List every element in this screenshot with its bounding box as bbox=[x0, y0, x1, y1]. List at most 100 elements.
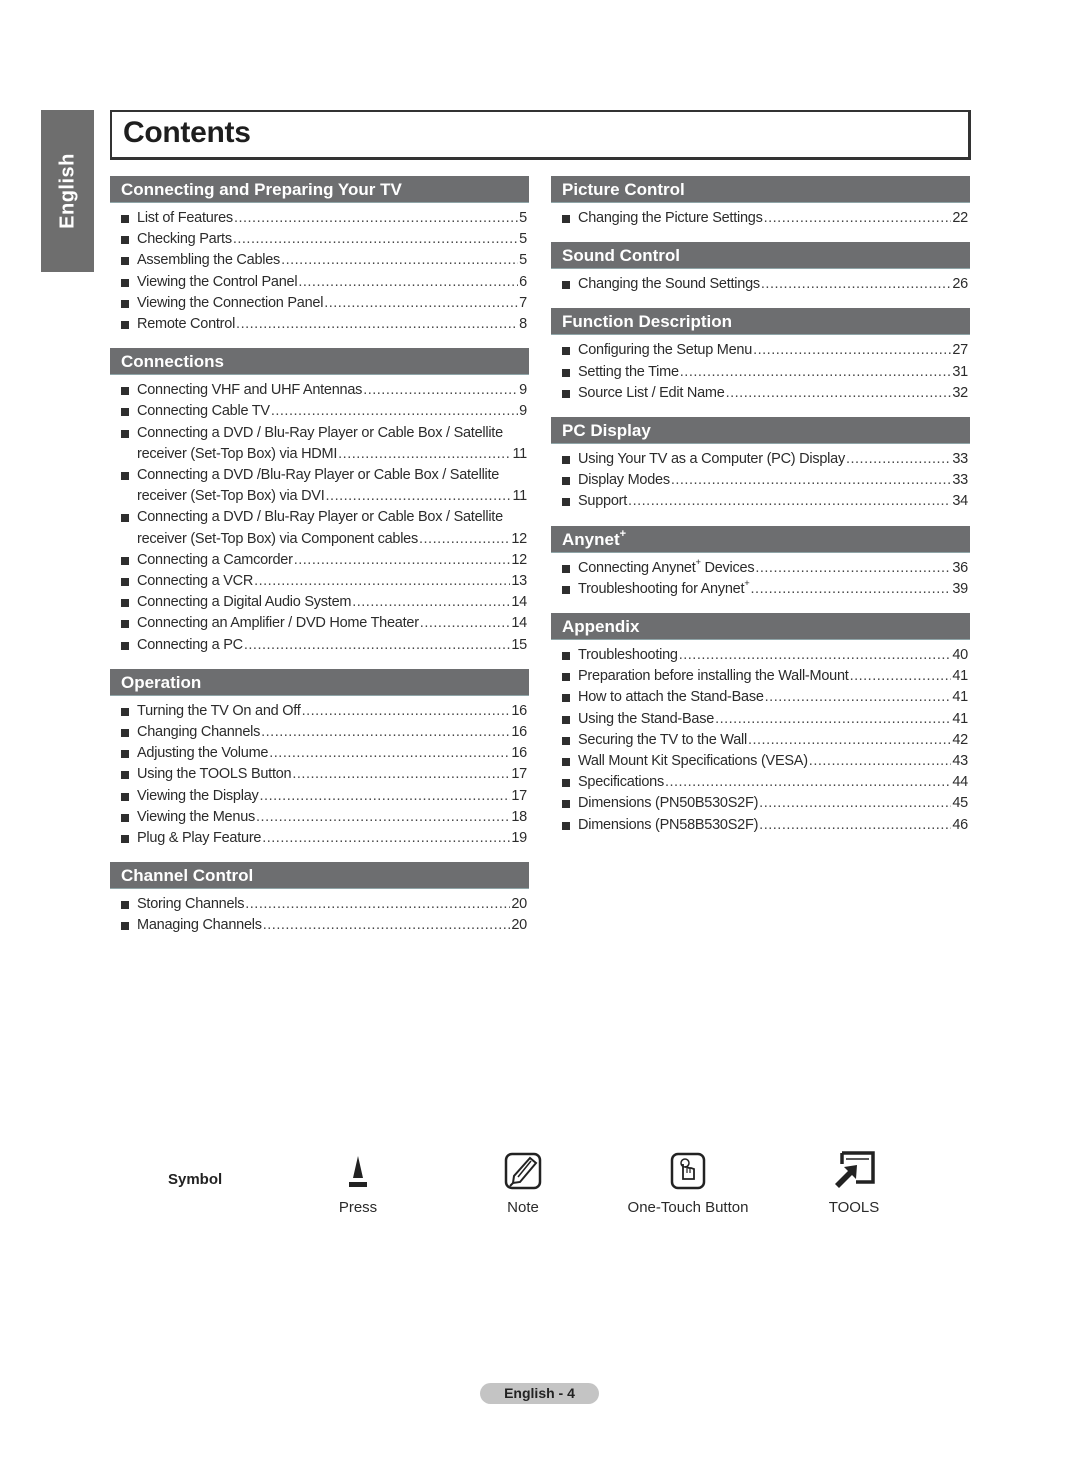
toc-entry-line: Wall Mount Kit Specifications (VESA) 43 bbox=[578, 751, 968, 772]
dot-leader bbox=[234, 208, 518, 229]
toc-entry[interactable]: Viewing the Menus 18 bbox=[110, 807, 529, 828]
dot-leader bbox=[324, 293, 518, 314]
toc-entry[interactable]: Dimensions (PN50B530S2F) 45 bbox=[551, 793, 970, 814]
square-bullet-icon bbox=[562, 673, 570, 682]
toc-entry[interactable]: Storing Channels 20 bbox=[110, 894, 529, 915]
toc-entry-title: Support bbox=[578, 491, 627, 512]
toc-entry[interactable]: Connecting a DVD / Blu-Ray Player or Cab… bbox=[110, 423, 529, 465]
toc-entry[interactable]: Using the Stand-Base 41 bbox=[551, 709, 970, 730]
square-bullet-icon bbox=[562, 821, 570, 830]
dot-leader bbox=[244, 635, 510, 656]
dot-leader bbox=[671, 470, 952, 491]
toc-entry-line: receiver (Set-Top Box) via DVI 11 bbox=[137, 486, 527, 507]
toc-entry-line: Viewing the Menus 18 bbox=[137, 807, 527, 828]
toc-entry[interactable]: Turning the TV On and Off 16 bbox=[110, 701, 529, 722]
toc-entry[interactable]: Changing the Sound Settings 26 bbox=[551, 274, 970, 295]
toc-entry[interactable]: Display Modes 33 bbox=[551, 470, 970, 491]
toc-entry[interactable]: Dimensions (PN58B530S2F) 46 bbox=[551, 815, 970, 836]
toc-entry[interactable]: Viewing the Connection Panel 7 bbox=[110, 293, 529, 314]
toc-entry-title: Using the Stand-Base bbox=[578, 709, 714, 730]
toc-entry[interactable]: Setting the Time 31 bbox=[551, 362, 970, 383]
toc-entry-line: How to attach the Stand-Base 41 bbox=[578, 687, 968, 708]
toc-entry[interactable]: Changing Channels 16 bbox=[110, 722, 529, 743]
page-number: 20 bbox=[511, 917, 527, 934]
dot-leader bbox=[420, 613, 511, 634]
page-number: 41 bbox=[952, 689, 968, 706]
page-number-badge: English - 4 bbox=[480, 1383, 599, 1404]
toc-entry[interactable]: Connecting a Digital Audio System 14 bbox=[110, 592, 529, 613]
square-bullet-icon bbox=[121, 620, 129, 629]
square-bullet-icon bbox=[562, 215, 570, 223]
toc-entry[interactable]: Assembling the Cables 5 bbox=[110, 250, 529, 271]
toc-entry-line: Connecting an Amplifier / DVD Home Theat… bbox=[137, 613, 527, 634]
dot-leader bbox=[294, 550, 511, 571]
toc-entry[interactable]: Securing the TV to the Wall 42 bbox=[551, 730, 970, 751]
toc-entry[interactable]: Plug & Play Feature 19 bbox=[110, 828, 529, 849]
toc-entry-line: Using the TOOLS Button 17 bbox=[137, 764, 527, 785]
dot-leader bbox=[764, 208, 952, 229]
toc-entry[interactable]: Remote Control 8 bbox=[110, 314, 529, 335]
toc-entry-text: How to attach the Stand-Base bbox=[578, 689, 764, 706]
dot-leader bbox=[236, 314, 518, 335]
toc-entry[interactable]: Configuring the Setup Menu 27 bbox=[551, 340, 970, 361]
toc-entry-text: Plug & Play Feature bbox=[137, 830, 262, 847]
page-number: 14 bbox=[511, 615, 527, 632]
page-number: 18 bbox=[511, 808, 527, 825]
toc-entry-text: Using the TOOLS Button bbox=[137, 766, 292, 783]
toc-entry[interactable]: List of Features 5 bbox=[110, 208, 529, 229]
toc-entry[interactable]: Connecting a DVD /Blu-Ray Player or Cabl… bbox=[110, 465, 529, 507]
toc-entry[interactable]: Connecting Cable TV 9 bbox=[110, 401, 529, 422]
toc-entry[interactable]: Connecting a PC 15 bbox=[110, 635, 529, 656]
toc-entry[interactable]: Specifications 44 bbox=[551, 772, 970, 793]
toc-entry[interactable]: Adjusting the Volume 16 bbox=[110, 743, 529, 764]
toc-entry[interactable]: Changing the Picture Settings 22 bbox=[551, 208, 970, 229]
toc-entry[interactable]: Connecting a Camcorder 12 bbox=[110, 550, 529, 571]
toc-entry[interactable]: Support 34 bbox=[551, 491, 970, 512]
square-bullet-icon bbox=[562, 652, 570, 661]
toc-entry[interactable]: Viewing the Display 17 bbox=[110, 786, 529, 807]
toc-entry[interactable]: Managing Channels 20 bbox=[110, 915, 529, 936]
toc-entry[interactable]: Source List / Edit Name 32 bbox=[551, 383, 970, 404]
toc-left-column: Connecting and Preparing Your TV List of … bbox=[110, 176, 529, 950]
toc-entry[interactable]: Connecting Anynet+ Devices 36 bbox=[551, 558, 970, 579]
toc-entry-text: Turning the TV On and Off bbox=[137, 702, 301, 719]
toc-entry[interactable]: Using the TOOLS Button 17 bbox=[110, 764, 529, 785]
toc-entry-line: List of Features 5 bbox=[137, 208, 527, 229]
square-bullet-icon bbox=[121, 472, 129, 481]
toc-entry-text: Viewing the Control Panel bbox=[137, 273, 298, 290]
toc-entry[interactable]: Troubleshooting for Anynet+39 bbox=[551, 579, 970, 600]
toc-entry-title: Connecting a Digital Audio System bbox=[137, 592, 351, 613]
toc-entry-text: receiver (Set-Top Box) via Component cab… bbox=[137, 530, 418, 547]
toc-entry-line: Connecting Cable TV 9 bbox=[137, 401, 527, 422]
dot-leader bbox=[254, 571, 510, 592]
toc-entry-line: Managing Channels 20 bbox=[137, 915, 527, 936]
toc-entry-line: Connecting Anynet+ Devices 36 bbox=[578, 558, 968, 579]
toc-entry[interactable]: Using Your TV as a Computer (PC) Display… bbox=[551, 449, 970, 470]
page-number: 9 bbox=[519, 403, 527, 420]
toc-entry[interactable]: Troubleshooting 40 bbox=[551, 645, 970, 666]
toc-entry[interactable]: Connecting an Amplifier / DVD Home Theat… bbox=[110, 613, 529, 634]
superscript: + bbox=[695, 557, 701, 567]
section-heading-text: Picture Control bbox=[562, 180, 685, 199]
toc-entry[interactable]: Connecting VHF and UHF Antennas 9 bbox=[110, 380, 529, 401]
toc-entry[interactable]: Checking Parts 5 bbox=[110, 229, 529, 250]
toc-entry[interactable]: Connecting a DVD / Blu-Ray Player or Cab… bbox=[110, 507, 529, 549]
square-bullet-icon bbox=[562, 477, 570, 486]
square-bullet-icon bbox=[562, 368, 570, 377]
square-bullet-icon bbox=[121, 257, 129, 266]
toc-entry[interactable]: Preparation before installing the Wall-M… bbox=[551, 666, 970, 687]
dot-leader bbox=[352, 592, 510, 613]
square-bullet-icon bbox=[121, 321, 129, 330]
toc-entry-title: Turning the TV On and Off bbox=[137, 701, 301, 722]
toc-entry[interactable]: Viewing the Control Panel 6 bbox=[110, 272, 529, 293]
square-bullet-icon bbox=[562, 456, 570, 465]
toc-entry[interactable]: Wall Mount Kit Specifications (VESA) 43 bbox=[551, 751, 970, 772]
dot-leader bbox=[680, 362, 952, 383]
section-heading-text: PC Display bbox=[562, 421, 651, 441]
toc-entry[interactable]: How to attach the Stand-Base 41 bbox=[551, 687, 970, 708]
language-tab-label: English bbox=[56, 153, 78, 229]
toc-entry[interactable]: Connecting a VCR 13 bbox=[110, 571, 529, 592]
square-bullet-icon bbox=[121, 922, 129, 931]
dot-leader bbox=[809, 751, 952, 772]
toc-section: Picture Control Changing the Picture Sett… bbox=[551, 176, 970, 229]
